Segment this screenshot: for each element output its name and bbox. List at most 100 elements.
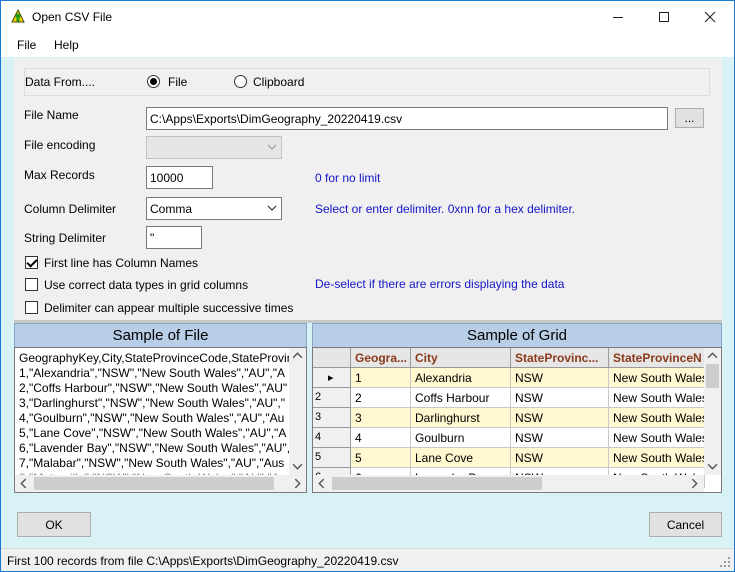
sample-file-textbox[interactable]: GeographyKey,City,StateProvinceCode,Stat… — [14, 347, 307, 493]
scroll-right-icon[interactable] — [689, 478, 700, 489]
string-delimiter-input[interactable]: " — [146, 226, 202, 249]
menu-file[interactable]: File — [17, 38, 36, 52]
grid-cell[interactable]: Alexandria — [411, 368, 511, 388]
grid-cell[interactable]: Coffs Harbour — [411, 388, 511, 408]
max-records-label: Max Records — [24, 168, 95, 182]
scroll-left-icon[interactable] — [316, 478, 327, 489]
radio-file[interactable] — [147, 75, 160, 88]
grid-cell[interactable]: NSW — [511, 408, 609, 428]
grid-cell[interactable]: New South Wales — [609, 428, 705, 448]
menu-help[interactable]: Help — [54, 38, 79, 52]
scroll-up-icon[interactable] — [707, 350, 718, 361]
multiple-delimiters-label[interactable]: Delimiter can appear multiple successive… — [44, 301, 293, 315]
grid-cell[interactable]: NSW — [511, 368, 609, 388]
column-delimiter-hint: Select or enter delimiter. 0xnn for a he… — [315, 202, 576, 216]
app-icon — [11, 9, 25, 23]
column-delimiter-select[interactable]: Comma — [146, 197, 282, 220]
sample-grid[interactable]: Geogra... City StateProvinc... StateProv… — [312, 347, 722, 493]
column-delimiter-label: Column Delimiter — [24, 202, 117, 216]
grid-horizontal-scrollbar[interactable] — [313, 475, 704, 492]
sample-file-header: Sample of File — [14, 323, 307, 348]
grid-cell[interactable]: NSW — [511, 428, 609, 448]
grid-cell[interactable]: 3 — [351, 408, 411, 428]
radio-file-label[interactable]: File — [168, 75, 187, 89]
radio-clipboard[interactable] — [234, 75, 247, 88]
grid-vscroll-thumb[interactable] — [706, 364, 719, 388]
file-name-label: File Name — [24, 108, 79, 122]
grid-column-header[interactable]: City — [411, 348, 511, 368]
string-delimiter-label: String Delimiter — [24, 231, 107, 245]
grid-cell[interactable]: 4 — [351, 428, 411, 448]
grid-column-header[interactable]: StateProvinc... — [511, 348, 609, 368]
grid-cell[interactable]: NSW — [511, 388, 609, 408]
minimize-button[interactable] — [595, 1, 641, 33]
window-title: Open CSV File — [32, 10, 113, 24]
minimize-icon — [613, 17, 623, 18]
grid-row-header[interactable]: 2 — [313, 388, 351, 408]
close-button[interactable] — [687, 1, 733, 33]
grid-hscroll-thumb[interactable] — [332, 477, 542, 490]
file-line: 3,"Darlinghurst","NSW","New South Wales"… — [19, 396, 285, 410]
sample-grid-header: Sample of Grid — [312, 323, 722, 348]
grid-vertical-scrollbar[interactable] — [704, 348, 721, 475]
maximize-button[interactable] — [641, 1, 687, 33]
first-line-column-names-label[interactable]: First line has Column Names — [44, 256, 198, 270]
scroll-up-icon[interactable] — [292, 350, 303, 361]
grid-column-header[interactable]: StateProvinceN — [609, 348, 705, 368]
grid-cell[interactable]: Darlinghurst — [411, 408, 511, 428]
grid-row-header[interactable]: 5 — [313, 448, 351, 468]
grid-cell[interactable]: 2 — [351, 388, 411, 408]
grid-cell[interactable]: NSW — [511, 448, 609, 468]
file-hscroll-thumb[interactable] — [34, 477, 274, 490]
max-records-hint: 0 for no limit — [315, 171, 381, 185]
grid-corner — [313, 348, 351, 368]
file-line: 2,"Coffs Harbour","NSW","New South Wales… — [19, 381, 288, 395]
first-line-column-names-checkbox[interactable] — [25, 256, 38, 269]
grid-column-header[interactable]: Geogra... — [351, 348, 411, 368]
correct-data-types-checkbox[interactable] — [25, 278, 38, 291]
scroll-left-icon[interactable] — [18, 478, 29, 489]
multiple-delimiters-checkbox[interactable] — [25, 301, 38, 314]
grid-row-header[interactable]: 3 — [313, 408, 351, 428]
title-bar: Open CSV File — [1, 1, 734, 33]
grid-cell[interactable]: 5 — [351, 448, 411, 468]
max-records-input[interactable]: 10000 — [146, 166, 213, 189]
settings-panel: Data From.... File Clipboard File Name C… — [14, 58, 722, 320]
scroll-right-icon[interactable] — [292, 478, 303, 489]
menu-bar: File Help — [1, 33, 734, 57]
data-from-label: Data From.... — [25, 75, 96, 89]
chevron-down-icon — [267, 144, 277, 150]
grid-row-header[interactable]: 4 — [313, 428, 351, 448]
grid-cell[interactable]: Lane Cove — [411, 448, 511, 468]
current-row-icon: ▸ — [328, 372, 334, 384]
data-from-group: Data From.... File Clipboard — [24, 68, 710, 96]
grid-cell[interactable]: New South Wales — [609, 448, 705, 468]
scroll-down-icon[interactable] — [292, 461, 303, 472]
grid-row-header[interactable]: ▸ — [313, 368, 351, 388]
file-line: 1,"Alexandria","NSW","New South Wales","… — [19, 366, 285, 380]
grid-cell[interactable]: 1 — [351, 368, 411, 388]
cancel-button[interactable]: Cancel — [649, 512, 722, 537]
correct-data-types-label[interactable]: Use correct data types in grid columns — [44, 278, 248, 292]
column-delimiter-value: Comma — [150, 202, 193, 216]
file-horizontal-scrollbar[interactable] — [15, 475, 306, 492]
grid-cell[interactable]: New South Wales — [609, 388, 705, 408]
grid-cell[interactable]: New South Wales — [609, 368, 705, 388]
file-line: 5,"Lane Cove","NSW","New South Wales","A… — [19, 426, 287, 440]
grid-cell[interactable]: Goulburn — [411, 428, 511, 448]
open-csv-window: Open CSV File File Help Data From.... Fi… — [0, 0, 735, 572]
file-line: 4,"Goulburn","NSW","New South Wales","AU… — [19, 411, 285, 425]
radio-clipboard-label[interactable]: Clipboard — [253, 75, 304, 89]
grid-cell[interactable]: New South Wales — [609, 408, 705, 428]
file-encoding-select[interactable] — [146, 136, 282, 159]
file-line: 6,"Lavender Bay","NSW","New South Wales"… — [19, 441, 291, 455]
resize-grip-icon[interactable] — [720, 557, 731, 568]
maximize-icon — [659, 12, 669, 22]
scroll-down-icon[interactable] — [707, 461, 718, 472]
ok-button[interactable]: OK — [17, 512, 91, 537]
browse-button[interactable]: ... — [675, 108, 704, 128]
status-bar: First 100 records from file C:\Apps\Expo… — [1, 548, 734, 571]
file-line: 7,"Malabar","NSW","New South Wales","AU"… — [19, 456, 285, 470]
file-name-input[interactable]: C:\Apps\Exports\DimGeography_20220419.cs… — [146, 107, 668, 130]
file-vertical-scrollbar[interactable] — [289, 348, 306, 475]
